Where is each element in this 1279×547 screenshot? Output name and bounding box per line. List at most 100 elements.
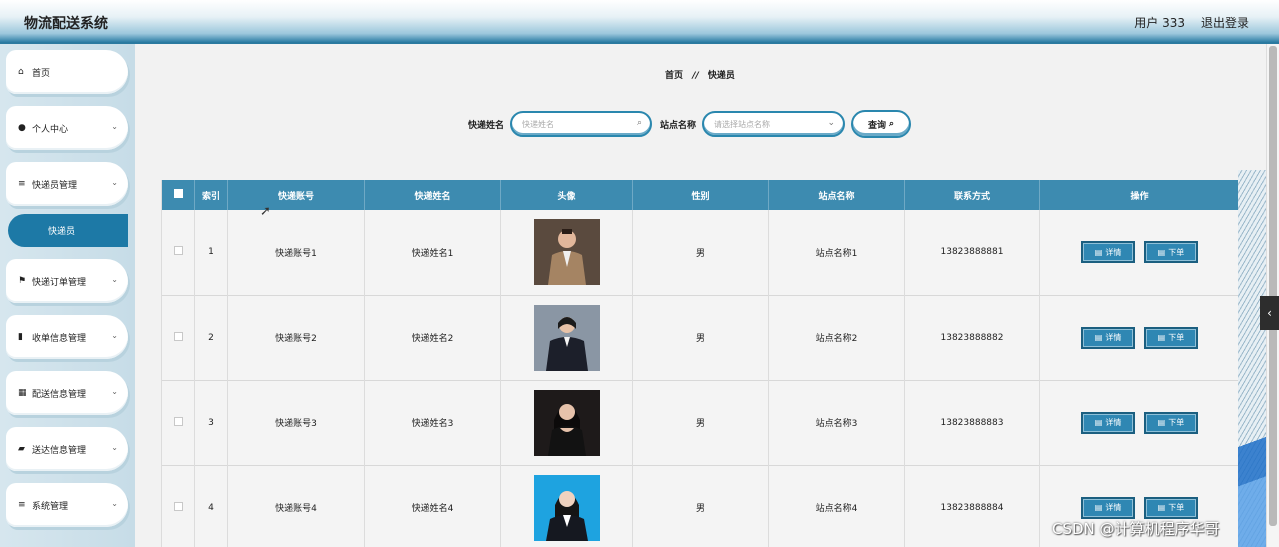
cell-phone: 13823888884 xyxy=(904,465,1040,547)
cell-name: 快递姓名1 xyxy=(364,210,501,295)
row-checkbox[interactable] xyxy=(173,501,183,511)
avatar xyxy=(533,389,600,456)
detail-button-label: 详情 xyxy=(1105,503,1122,512)
detail-button-label: 详情 xyxy=(1105,247,1122,257)
detail-button-label: 详情 xyxy=(1105,418,1122,427)
column-header: 站点名称 xyxy=(768,180,905,210)
row-checkbox[interactable] xyxy=(173,246,183,256)
breadcrumb-home[interactable]: 首页 xyxy=(665,71,683,81)
home-icon: ⌂ xyxy=(18,67,24,77)
sidebar-item-receipt-manage[interactable]: ▮ 收单信息管理 ⌄ xyxy=(6,315,128,359)
user-name[interactable]: 用户 333 xyxy=(1134,14,1185,31)
cell-account: 快递账号3 xyxy=(227,380,365,465)
avatar xyxy=(533,474,600,541)
chevron-down-icon: ⌄ xyxy=(111,122,118,131)
sidebar-item-label: 快递员管理 xyxy=(32,180,78,191)
doc-icon: ▤ xyxy=(1157,503,1166,512)
sidebar-item-order-manage[interactable]: ⚑ 快递订单管理 ⌄ xyxy=(6,259,128,303)
select-all-cell[interactable] xyxy=(161,180,195,210)
order-button-label: 下单 xyxy=(1168,418,1185,427)
courier-table: 索引 快递账号 快递姓名 头像 性别 站点名称 联系方式 操作 1 快递账号1 … xyxy=(161,180,1240,547)
sidebar-item-arrival-manage[interactable]: ▰ 送达信息管理 ⌄ xyxy=(6,427,128,471)
cell-gender: 男 xyxy=(632,295,769,380)
select-all-checkbox[interactable] xyxy=(173,189,183,198)
list-icon: ≡ xyxy=(18,179,26,189)
column-header: 快递账号 xyxy=(227,180,365,210)
doc-icon: ▤ xyxy=(1157,418,1166,427)
doc-icon: ▤ xyxy=(1157,333,1166,342)
courier-name-placeholder: 快递姓名 xyxy=(522,119,555,129)
cell-station: 站点名称2 xyxy=(768,295,905,380)
cell-gender: 男 xyxy=(632,210,769,295)
sidebar-item-label: 送达信息管理 xyxy=(32,445,87,456)
order-button[interactable]: ▤ 下单 xyxy=(1143,411,1198,434)
logout-link[interactable]: 退出登录 xyxy=(1201,14,1249,31)
search-icon: ⌕ xyxy=(889,119,895,129)
detail-button[interactable]: ▤ 详情 xyxy=(1081,496,1136,519)
cell-account: 快递账号4 xyxy=(227,465,365,547)
cell-gender: 男 xyxy=(632,465,769,547)
detail-button[interactable]: ▤ 详情 xyxy=(1081,411,1136,434)
cell-phone: 13823888882 xyxy=(904,295,1040,380)
avatar xyxy=(533,219,600,286)
sidebar-item-label: 系统管理 xyxy=(32,501,69,512)
sidebar-item-system-manage[interactable]: ≡ 系统管理 ⌄ xyxy=(6,483,128,527)
table-header-row: 索引 快递账号 快递姓名 头像 性别 站点名称 联系方式 操作 xyxy=(161,180,1240,210)
cell-account: 快递账号1 xyxy=(227,210,365,295)
column-header: 操作 xyxy=(1039,180,1240,210)
cell-station: 站点名称4 xyxy=(768,465,905,547)
table-row: 1 快递账号1 快递姓名1 男 站点名称1 13823888881 ▤ 详情 ▤ 下… xyxy=(161,210,1240,295)
breadcrumb: 首页 // 快递员 xyxy=(135,68,1265,81)
sidebar-item-profile[interactable]: ● 个人中心 ⌄ xyxy=(6,106,128,150)
doc-icon: ▤ xyxy=(1094,418,1103,427)
doc-icon: ▤ xyxy=(1094,247,1103,257)
collapse-panel-button[interactable]: ‹ xyxy=(1260,296,1279,330)
watermark: CSDN @计算机程序华哥 xyxy=(1052,520,1220,538)
header-user-area: 用户 333 退出登录 xyxy=(1134,14,1249,31)
detail-button[interactable]: ▤ 详情 xyxy=(1081,241,1136,264)
search-bar: 快递姓名 快递姓名 ⌕ 站点名称 请选择站点名称 ⌄ 查询 ⌕ xyxy=(468,110,912,138)
decorative-pattern xyxy=(1238,400,1266,547)
sidebar-item-delivery-manage[interactable]: ▦ 配送信息管理 ⌄ xyxy=(6,371,128,415)
query-button[interactable]: 查询 ⌕ xyxy=(851,110,912,138)
chevron-down-icon: ⌄ xyxy=(111,275,118,284)
main-content: 首页 // 快递员 快递姓名 快递姓名 ⌕ 站点名称 请选择站点名称 ⌄ 查询 … xyxy=(135,44,1265,547)
column-header: 索引 xyxy=(194,180,228,210)
breadcrumb-separator: // xyxy=(692,71,699,81)
sidebar-item-home[interactable]: ⌂ 首页 xyxy=(6,50,128,94)
sidebar: ⌂ 首页 ● 个人中心 ⌄ ≡ 快递员管理 ⌄ 快递员 ⚑ 快递订单管理 ⌄ ▮… xyxy=(0,44,135,547)
order-button[interactable]: ▤ 下单 xyxy=(1143,326,1198,349)
sidebar-item-label: 配送信息管理 xyxy=(32,389,87,400)
station-select[interactable]: 请选择站点名称 ⌄ xyxy=(702,111,846,137)
row-checkbox[interactable] xyxy=(173,331,183,341)
courier-name-label: 快递姓名 xyxy=(468,120,505,131)
cell-name: 快递姓名2 xyxy=(364,295,501,380)
detail-button-label: 详情 xyxy=(1105,333,1122,342)
courier-name-input[interactable]: 快递姓名 ⌕ xyxy=(510,111,653,137)
cell-index: 2 xyxy=(194,295,228,380)
cell-name: 快递姓名3 xyxy=(364,380,501,465)
chevron-left-icon: ‹ xyxy=(1267,306,1272,320)
grid-icon: ▦ xyxy=(18,388,27,398)
user-icon: ● xyxy=(18,123,26,133)
scroll-thumb[interactable] xyxy=(1269,46,1277,526)
cell-name: 快递姓名4 xyxy=(364,465,501,547)
row-checkbox[interactable] xyxy=(173,416,183,426)
breadcrumb-current: 快递员 xyxy=(707,71,735,81)
order-button[interactable]: ▤ 下单 xyxy=(1143,496,1198,519)
sidebar-item-courier-manage[interactable]: ≡ 快递员管理 ⌄ xyxy=(6,162,128,206)
table-row: 2 快递账号2 快递姓名2 男 站点名称2 13823888882 ▤ 详情 ▤ 下… xyxy=(161,295,1240,380)
edit-icon: ▰ xyxy=(18,444,25,454)
table-row: 3 快递账号3 快递姓名3 男 站点名称3 13823888883 ▤ 详情 ▤ 下… xyxy=(161,380,1240,465)
submenu-courier[interactable]: 快递员 xyxy=(8,214,128,247)
order-button[interactable]: ▤ 下单 xyxy=(1143,241,1198,264)
list-icon: ≡ xyxy=(18,500,26,510)
search-icon: ⌕ xyxy=(636,118,643,128)
chevron-down-icon: ⌄ xyxy=(111,178,118,187)
chevron-down-icon: ⌄ xyxy=(111,387,118,396)
chevron-down-icon: ⌄ xyxy=(111,331,118,340)
cell-gender: 男 xyxy=(632,380,769,465)
detail-button[interactable]: ▤ 详情 xyxy=(1081,326,1136,349)
chevron-down-icon: ⌄ xyxy=(111,499,118,508)
cell-account: 快递账号2 xyxy=(227,295,365,380)
